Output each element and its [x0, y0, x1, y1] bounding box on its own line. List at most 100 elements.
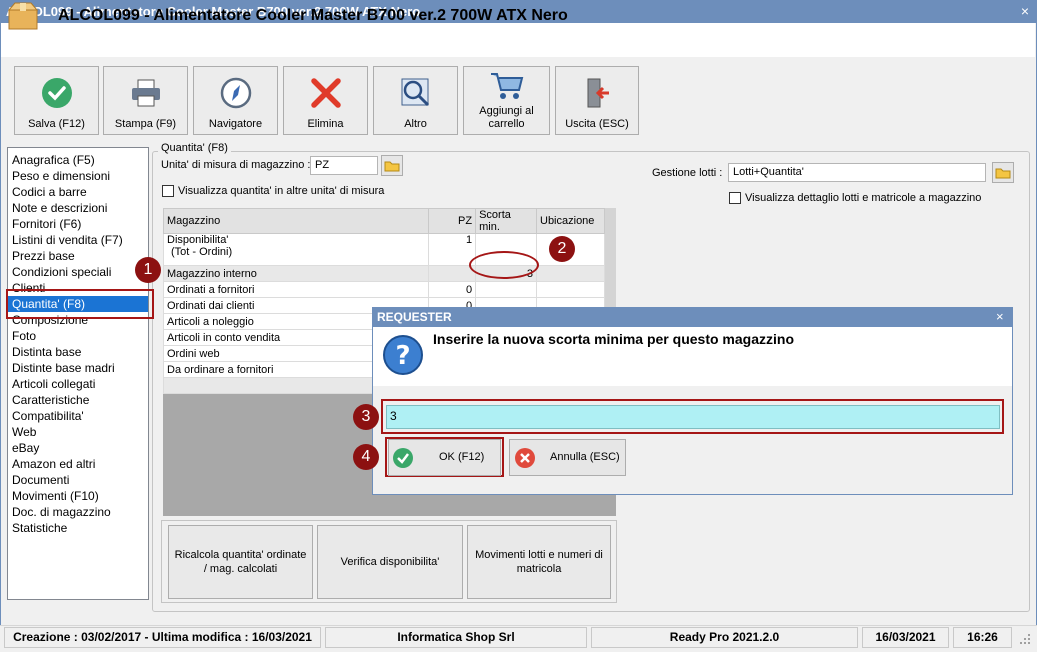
nav-item-anagrafica[interactable]: Anagrafica (F5): [8, 152, 148, 168]
table-row[interactable]: Disponibilita' (Tot - Ordini) 1: [162, 233, 605, 266]
nav-item-photos[interactable]: Foto: [8, 328, 148, 344]
nav-item-movements[interactable]: Movimenti (F10): [8, 488, 148, 504]
nav-item-documents[interactable]: Documenti: [8, 472, 148, 488]
row-name-sub: (Tot - Ordini): [171, 246, 233, 258]
callout-1: 1: [135, 257, 161, 283]
status-dates: Creazione : 03/02/2017 - Ultima modifica…: [4, 627, 321, 648]
col-header-pz[interactable]: PZ: [428, 208, 477, 234]
status-time: 16:26: [953, 627, 1012, 648]
nav-item-amazon[interactable]: Amazon ed altri: [8, 456, 148, 472]
callout-3: 3: [353, 404, 379, 430]
row-name: Disponibilita': [167, 234, 229, 246]
nav-item-barcodes[interactable]: Codici a barre: [8, 184, 148, 200]
table-row[interactable]: Magazzino interno 3: [162, 265, 605, 282]
row-name: Magazzino interno: [162, 265, 430, 282]
nav-item-compatibility[interactable]: Compatibilita': [8, 408, 148, 424]
nav-item-price-lists[interactable]: Listini di vendita (F7): [8, 232, 148, 248]
more-button[interactable]: Altro: [373, 66, 458, 135]
min-stock-input[interactable]: 3: [386, 405, 1000, 429]
cart-icon: [489, 70, 525, 106]
table-row[interactable]: Ordinati a fornitori 0: [162, 281, 605, 298]
nav-item-base-prices[interactable]: Prezzi base: [8, 248, 148, 264]
unit-field[interactable]: PZ: [310, 156, 378, 175]
magnifier-icon: [398, 75, 434, 111]
row-min-stock[interactable]: [475, 281, 537, 298]
delete-x-icon: [308, 75, 344, 111]
check-icon: [39, 75, 75, 111]
row-pz[interactable]: 1: [428, 233, 477, 266]
product-title: ALCOL099 - Alimentatore Cooler Master B7…: [58, 7, 568, 24]
verify-availability-button[interactable]: Verifica disponibilita': [317, 525, 463, 599]
nav-item-suppliers[interactable]: Fornitori (F6): [8, 216, 148, 232]
recalc-quantities-button[interactable]: Ricalcola quantita' ordinate / mag. calc…: [168, 525, 313, 599]
dialog-title: REQUESTER: [373, 308, 1012, 327]
check-icon: [393, 448, 413, 468]
nav-item-special-conditions[interactable]: Condizioni speciali: [8, 264, 148, 280]
exit-button[interactable]: Uscita (ESC): [555, 66, 639, 135]
exit-label: Uscita (ESC): [565, 118, 629, 130]
status-date: 16/03/2021: [862, 627, 949, 648]
nav-item-features[interactable]: Caratteristiche: [8, 392, 148, 408]
save-button[interactable]: Salva (F12): [14, 66, 99, 135]
nav-item-warehouse-docs[interactable]: Doc. di magazzino: [8, 504, 148, 520]
nav-item-related-items[interactable]: Articoli collegati: [8, 376, 148, 392]
window-close-button[interactable]: ×: [1021, 3, 1029, 19]
cancel-label: Annulla (ESC): [550, 451, 620, 463]
delete-label: Elimina: [307, 118, 344, 130]
nav-item-weight-dimensions[interactable]: Peso e dimensioni: [8, 168, 148, 184]
compass-icon: [218, 75, 254, 111]
cancel-button[interactable]: Annulla (ESC): [509, 439, 626, 476]
navigator-button[interactable]: Navigatore: [193, 66, 278, 135]
nav-item-parent-boms[interactable]: Distinte base madri: [8, 360, 148, 376]
col-header-location[interactable]: Ubicazione: [536, 208, 605, 234]
add-to-cart-label: Aggiungi al carrello: [464, 105, 549, 131]
highlight-min-stock-oval: [469, 251, 539, 279]
show-other-units-checkbox[interactable]: [162, 185, 174, 197]
callout-4: 4: [353, 444, 379, 470]
lots-label: Gestione lotti :: [652, 167, 723, 179]
nav-item-web[interactable]: Web: [8, 424, 148, 440]
dialog-close-button[interactable]: ×: [996, 309, 1004, 324]
ok-button[interactable]: OK (F12): [388, 439, 501, 476]
table-header-row: Magazzino PZ Scorta min. Ubicazione: [162, 208, 605, 234]
question-icon: ?: [381, 334, 425, 379]
add-to-cart-label-line1: Aggiungi al: [479, 105, 534, 117]
show-other-units-label: Visualizza quantita' in altre unita' di …: [178, 185, 385, 197]
product-header: [1, 23, 1035, 57]
print-label: Stampa (F9): [114, 118, 177, 130]
row-location[interactable]: [536, 265, 605, 282]
add-to-cart-button[interactable]: Aggiungi al carrello: [463, 66, 550, 135]
product-box-icon: [7, 1, 39, 31]
row-name-cell: Disponibilita' (Tot - Ordini): [162, 233, 430, 266]
print-button[interactable]: Stampa (F9): [103, 66, 188, 135]
dialog-message: Inserire la nuova scorta minima per ques…: [433, 331, 794, 347]
highlight-quantity-nav: [6, 289, 154, 319]
navigator-label: Navigatore: [208, 118, 263, 130]
nav-item-bill-of-materials[interactable]: Distinta base: [8, 344, 148, 360]
cancel-x-icon: [515, 448, 535, 468]
lots-lookup-button[interactable]: [992, 162, 1014, 183]
col-header-magazzino[interactable]: Magazzino: [162, 208, 430, 234]
row-pz[interactable]: [428, 265, 477, 282]
delete-button[interactable]: Elimina: [283, 66, 368, 135]
printer-icon: [128, 75, 164, 111]
col-header-min-stock[interactable]: Scorta min.: [475, 208, 537, 234]
nav-item-ebay[interactable]: eBay: [8, 440, 148, 456]
unit-label: Unita' di misura di magazzino :: [161, 159, 311, 171]
unit-lookup-button[interactable]: [381, 155, 403, 176]
exit-door-icon: [579, 75, 615, 111]
row-location[interactable]: [536, 281, 605, 298]
resize-grip-icon[interactable]: [1016, 630, 1032, 646]
lot-movements-button[interactable]: Movimenti lotti e numeri di matricola: [467, 525, 611, 599]
row-name: Ordinati a fornitori: [162, 281, 430, 298]
nav-item-statistics[interactable]: Statistiche: [8, 520, 148, 536]
status-company: Informatica Shop Srl: [325, 627, 587, 648]
folder-icon: [995, 168, 1011, 179]
save-label: Salva (F12): [28, 118, 85, 130]
section-nav-list: Anagrafica (F5) Peso e dimensioni Codici…: [7, 147, 149, 600]
row-pz[interactable]: 0: [428, 281, 477, 298]
nav-item-notes[interactable]: Note e descrizioni: [8, 200, 148, 216]
show-lot-detail-label: Visualizza dettaglio lotti e matricole a…: [745, 192, 982, 204]
lots-field[interactable]: Lotti+Quantita': [728, 163, 986, 182]
show-lot-detail-checkbox[interactable]: [729, 192, 741, 204]
